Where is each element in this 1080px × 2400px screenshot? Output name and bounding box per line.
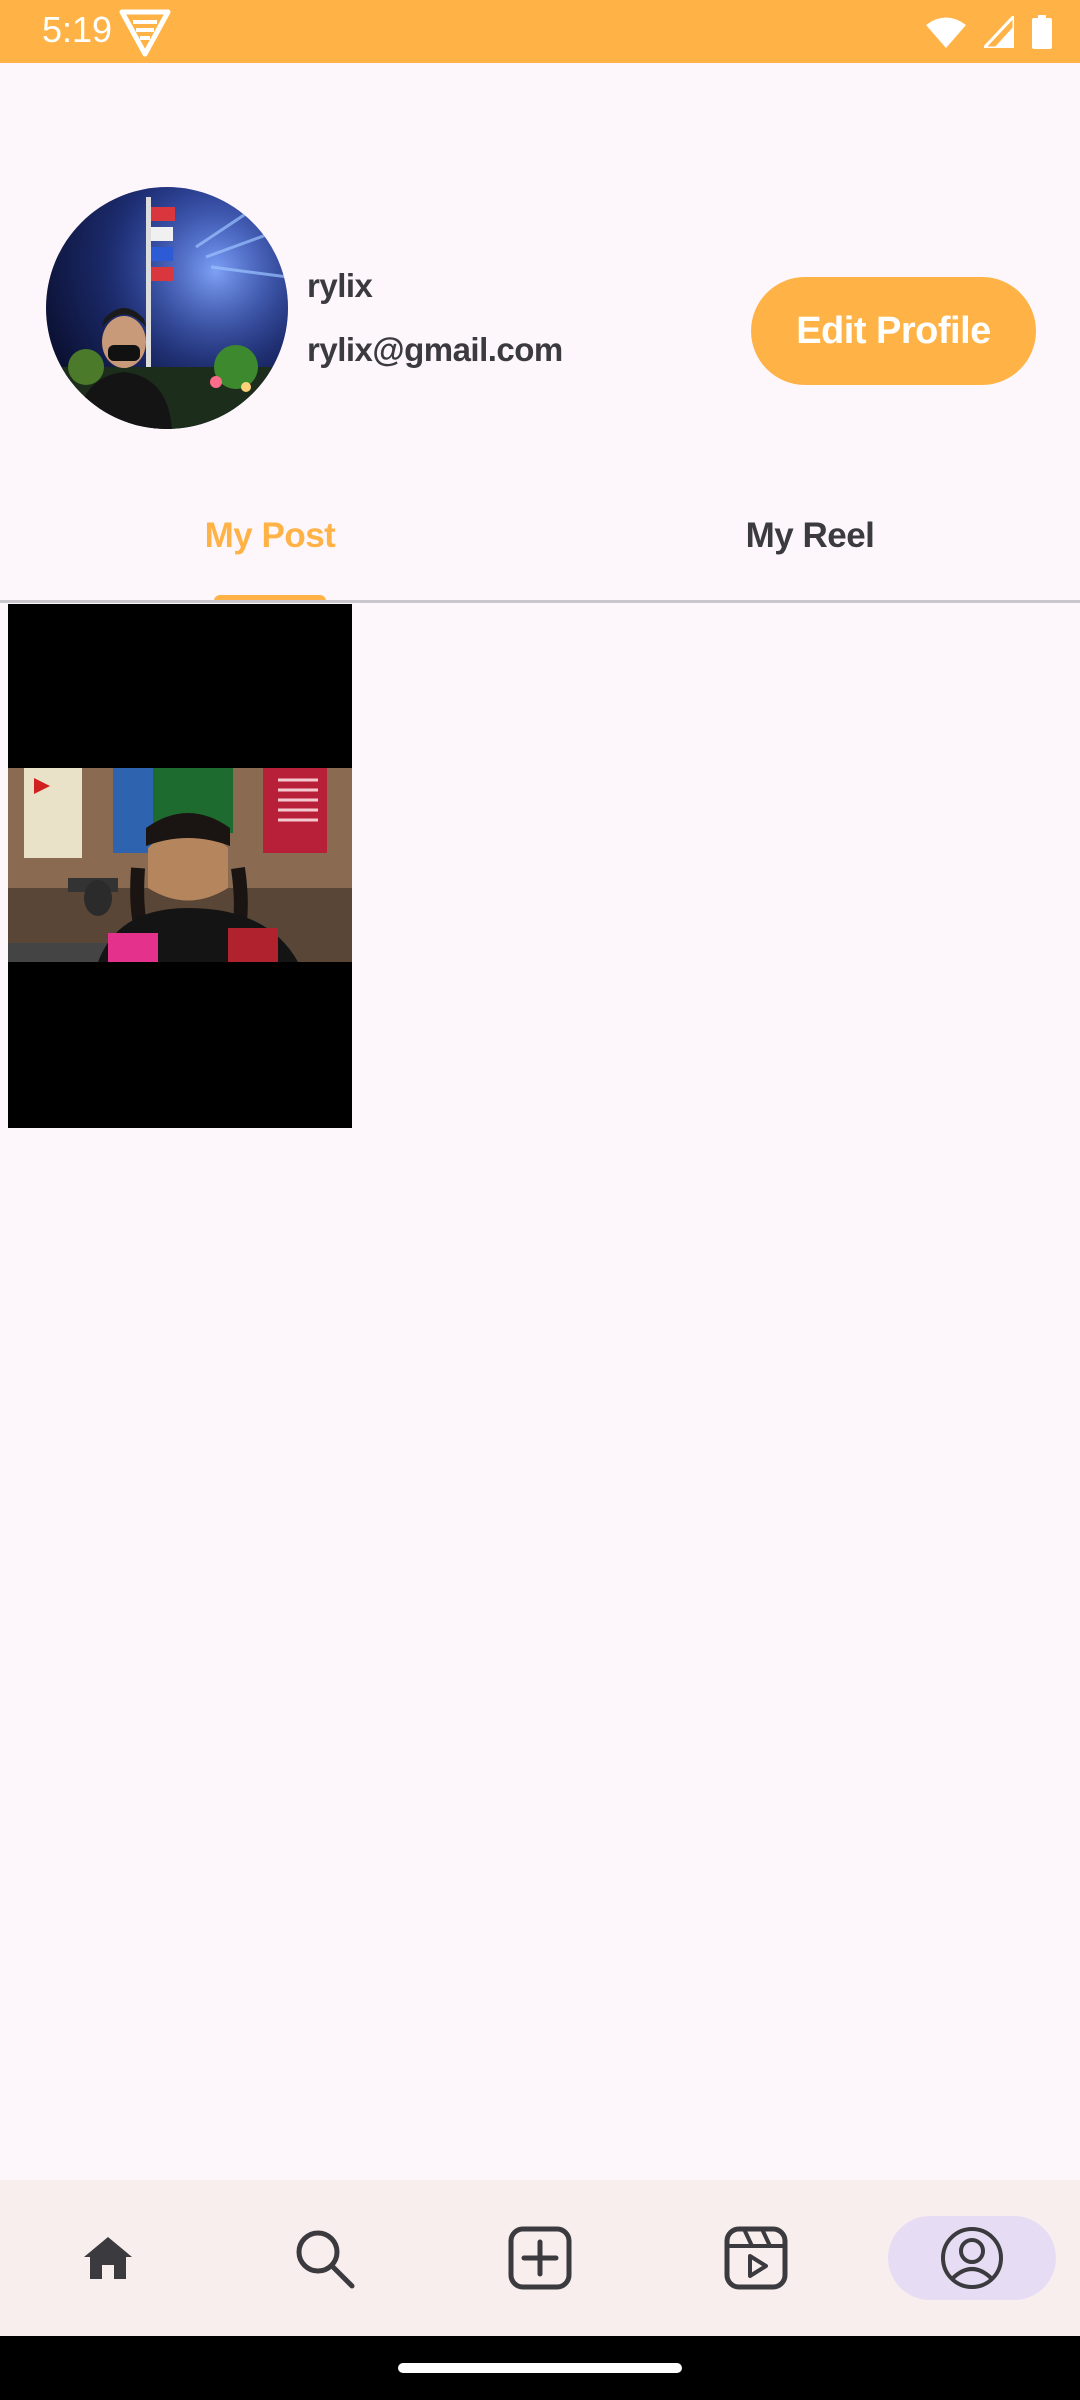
profile-tabs: My Post My Reel (0, 470, 1080, 603)
profile-icon (941, 2227, 1003, 2289)
tab-divider (0, 600, 1080, 603)
battery-icon (1032, 15, 1052, 49)
status-bar: 5:19 (0, 0, 1080, 63)
post-thumbnail[interactable] (8, 604, 352, 1128)
nav-reels[interactable] (648, 2180, 864, 2336)
gesture-handle[interactable] (398, 2363, 682, 2373)
edit-profile-button[interactable]: Edit Profile (751, 277, 1036, 385)
profile-email: rylix@gmail.com (307, 331, 563, 368)
bottom-navigation (0, 2180, 1080, 2336)
avatar (46, 187, 288, 429)
nav-add-post[interactable] (432, 2180, 648, 2336)
post-video-frame (8, 768, 352, 962)
reels-icon (724, 2226, 788, 2290)
post-image (8, 768, 352, 962)
tab-my-reel[interactable]: My Reel (540, 470, 1080, 602)
status-time: 5:19 (42, 9, 113, 50)
nav-search[interactable] (216, 2180, 432, 2336)
signal-icon (984, 16, 1014, 48)
wifi-icon (926, 17, 966, 48)
add-post-icon (508, 2226, 572, 2290)
home-icon (84, 2237, 132, 2279)
tab-my-post-label: My Post (204, 516, 336, 555)
nav-home[interactable] (0, 2180, 216, 2336)
status-icons (926, 12, 1052, 52)
tab-my-reel-label: My Reel (745, 516, 875, 555)
app-logo-icon (119, 9, 171, 57)
tab-my-post[interactable]: My Post (0, 470, 540, 602)
search-icon (296, 2230, 355, 2289)
nav-profile[interactable] (864, 2180, 1080, 2336)
avatar-photo (46, 187, 288, 429)
profile-username: rylix (307, 267, 373, 304)
